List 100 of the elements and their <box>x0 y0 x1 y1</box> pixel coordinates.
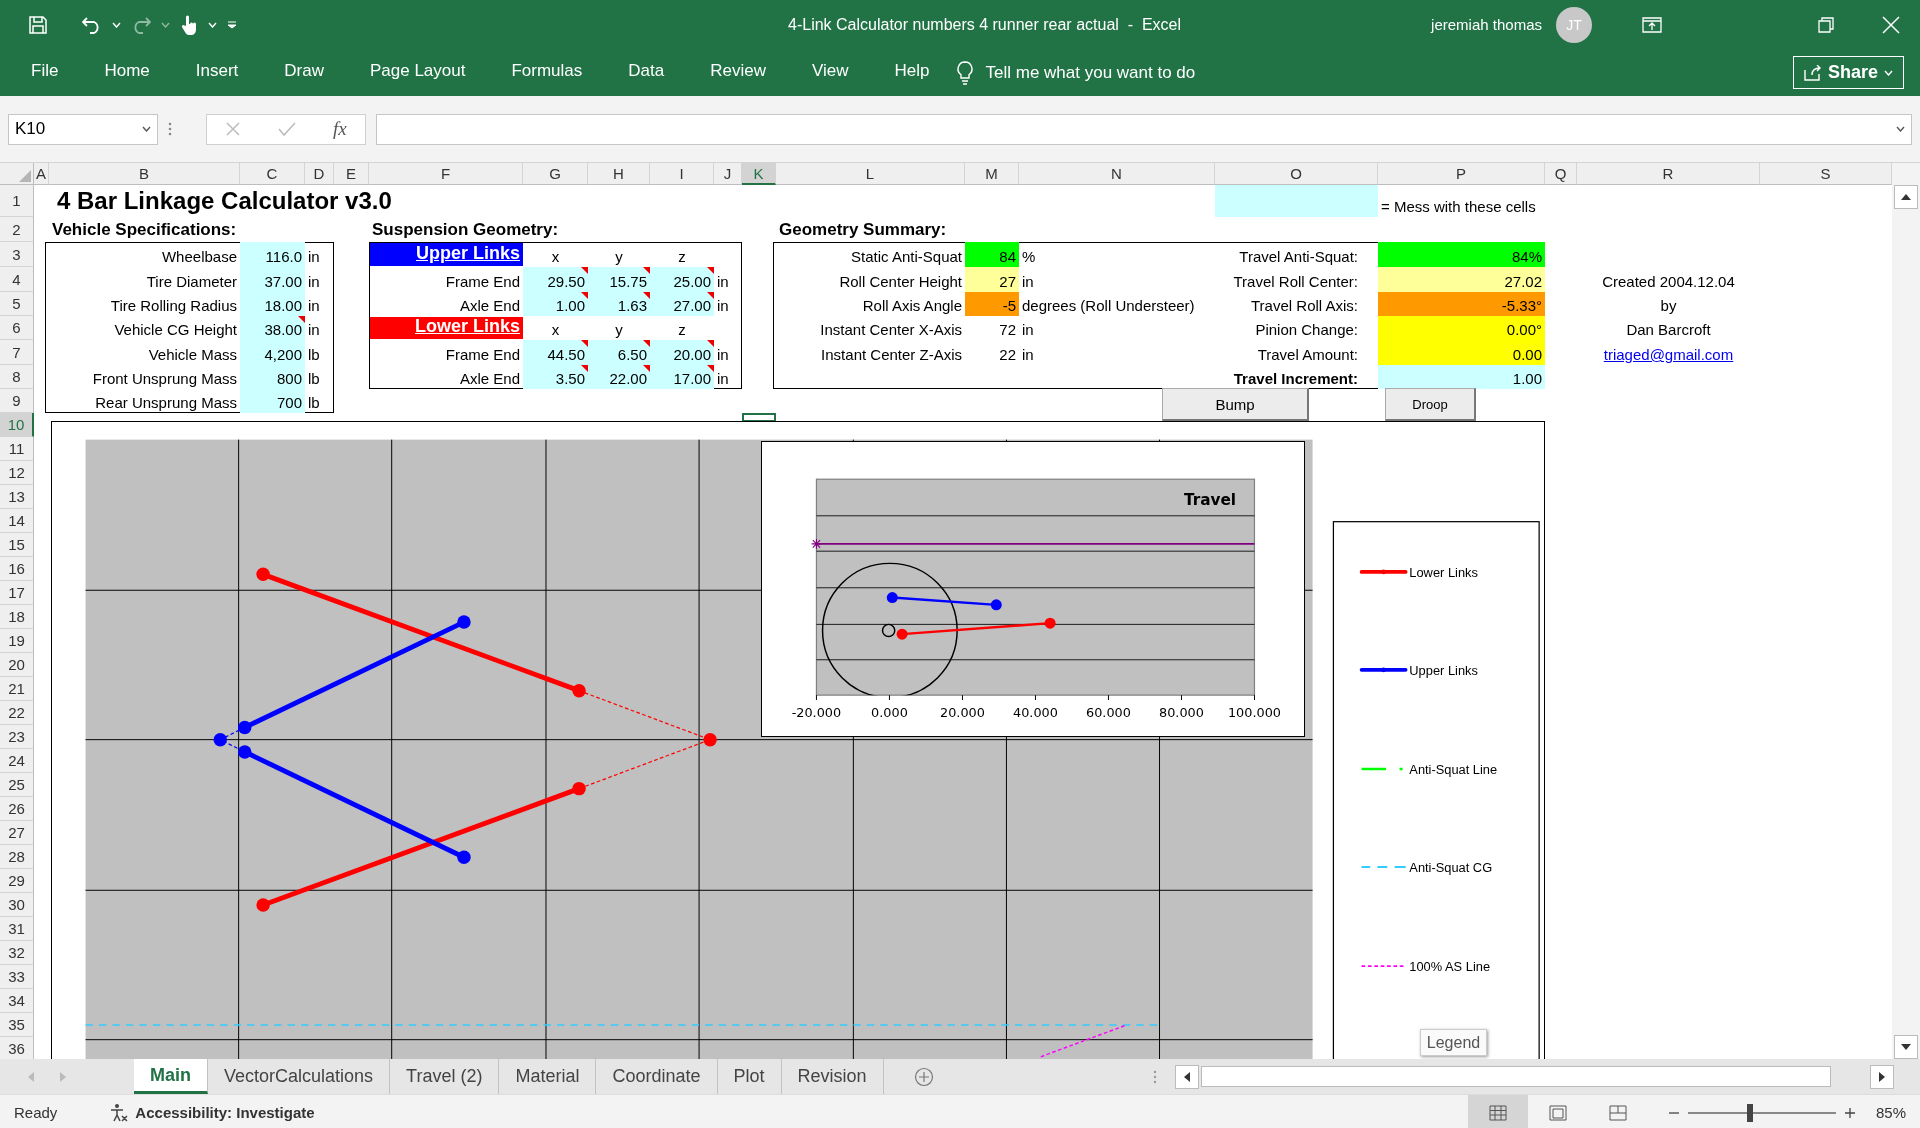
ribbon-tab[interactable]: Data <box>628 57 665 88</box>
geometry-value[interactable]: 1.63 <box>588 292 650 316</box>
column-header[interactable]: A <box>34 163 49 185</box>
ribbon-tab[interactable]: Home <box>104 57 150 88</box>
geometry-value[interactable]: 1.00 <box>523 292 588 316</box>
column-header[interactable]: Q <box>1545 163 1577 185</box>
geometry-value[interactable]: 44.50 <box>523 340 588 365</box>
ribbon-tab[interactable]: View <box>811 57 849 88</box>
column-header[interactable]: L <box>776 163 965 185</box>
row-header[interactable]: 25 <box>0 773 34 797</box>
row-header[interactable]: 20 <box>0 653 34 677</box>
row-header[interactable]: 7 <box>0 340 34 365</box>
column-header[interactable]: D <box>305 163 334 185</box>
row-header[interactable]: 33 <box>0 965 34 989</box>
spec-value[interactable]: 4,200 <box>240 340 305 365</box>
row-header[interactable]: 12 <box>0 461 34 485</box>
row-header[interactable]: 19 <box>0 629 34 653</box>
column-header[interactable]: M <box>965 163 1019 185</box>
row-header[interactable]: 8 <box>0 365 34 389</box>
accessibility-icon[interactable] <box>109 1102 130 1123</box>
column-header[interactable]: P <box>1378 163 1545 185</box>
spec-value[interactable]: 800 <box>240 365 305 389</box>
row-header[interactable]: 35 <box>0 1013 34 1037</box>
row-header[interactable]: 18 <box>0 605 34 629</box>
row-header[interactable]: 32 <box>0 941 34 965</box>
column-header[interactable]: B <box>49 163 240 185</box>
ribbon-tab[interactable]: Help <box>894 57 930 88</box>
column-header[interactable]: R <box>1577 163 1760 185</box>
ribbon-tab[interactable]: Review <box>710 57 766 88</box>
geometry-value[interactable]: 22.00 <box>588 365 650 389</box>
name-box[interactable]: K10 <box>8 113 158 145</box>
column-header[interactable]: E <box>334 163 369 185</box>
spec-value[interactable]: 37.00 <box>240 267 305 292</box>
insert-function-button[interactable]: fx <box>332 118 347 140</box>
spec-value[interactable]: 116.0 <box>240 242 305 267</box>
inset-chart-panel[interactable]: Travel -20.000 0.000 20.000 40.000 60.000 80.000 100.000 <box>761 441 1305 737</box>
legend-panel[interactable] <box>1332 521 1540 1059</box>
zoom-in-icon[interactable] <box>1843 1106 1856 1119</box>
column-header[interactable]: G <box>523 163 588 185</box>
spec-value[interactable]: 38.00 <box>240 316 305 340</box>
row-header[interactable]: 17 <box>0 581 34 605</box>
scroll-left-button[interactable] <box>1175 1064 1199 1089</box>
column-header[interactable]: N <box>1019 163 1215 185</box>
formula-field[interactable] <box>376 113 1912 145</box>
ribbon-tab[interactable]: Page Layout <box>369 57 466 88</box>
redo-icon[interactable] <box>131 15 151 34</box>
column-header[interactable]: O <box>1215 163 1378 185</box>
row-header[interactable]: 29 <box>0 869 34 893</box>
row-header[interactable]: 5 <box>0 292 34 316</box>
spec-value[interactable]: 700 <box>240 389 305 413</box>
macro-button[interactable]: Bump <box>1162 388 1309 421</box>
hand-icon[interactable] <box>180 13 198 36</box>
row-header[interactable]: 22 <box>0 701 34 725</box>
row-header[interactable]: 1 <box>0 185 34 217</box>
caret-icon[interactable] <box>142 126 151 132</box>
row-header[interactable]: 27 <box>0 821 34 845</box>
share-button[interactable]: Share <box>1792 56 1904 89</box>
column-header[interactable]: H <box>588 163 650 185</box>
close-icon[interactable] <box>1882 15 1900 34</box>
row-header[interactable]: 34 <box>0 989 34 1013</box>
row-header[interactable]: 26 <box>0 797 34 821</box>
row-header[interactable]: 16 <box>0 557 34 581</box>
accessibility-status[interactable]: Accessibility: Investigate <box>135 1104 315 1121</box>
save-icon[interactable] <box>28 14 48 35</box>
row-header[interactable]: 24 <box>0 749 34 773</box>
column-header[interactable]: F <box>369 163 523 185</box>
zoom-level[interactable]: 85% <box>1875 1104 1906 1121</box>
zoom-slider[interactable] <box>1687 1103 1836 1122</box>
row-header[interactable]: 23 <box>0 725 34 749</box>
ribbon-tab[interactable]: Formulas <box>511 57 583 88</box>
row-header[interactable]: 4 <box>0 267 34 292</box>
user-name[interactable]: jeremiah thomas <box>1431 16 1542 33</box>
column-header[interactable]: J <box>714 163 742 185</box>
lightbulb-icon[interactable] <box>957 60 974 85</box>
scroll-down-button[interactable] <box>1894 1035 1918 1059</box>
scroll-up-button[interactable] <box>1894 185 1918 209</box>
row-header[interactable]: 15 <box>0 533 34 557</box>
row-header[interactable]: 10 <box>0 413 34 437</box>
geometry-value[interactable]: 15.75 <box>588 267 650 292</box>
geometry-value[interactable]: 17.00 <box>650 365 714 389</box>
scroll-thumb[interactable] <box>1201 1066 1831 1087</box>
add-sheet-icon[interactable] <box>913 1066 934 1087</box>
geometry-value[interactable]: 29.50 <box>523 267 588 292</box>
row-header[interactable]: 3 <box>0 242 34 267</box>
chart-area[interactable]: Lower Links Upper Links Anti-Squat Line Anti-Squat CG 100% AS Line Travel -20.000 0.000 20.000 40.000 60.000 80.000 100.000 Legend <box>51 421 1545 1059</box>
spec-value[interactable]: 18.00 <box>240 292 305 316</box>
row-header[interactable]: 30 <box>0 893 34 917</box>
row-header[interactable]: 2 <box>0 217 34 242</box>
slider-thumb[interactable] <box>1747 1103 1754 1122</box>
column-header[interactable]: K <box>742 163 776 185</box>
ribbon-tab[interactable]: File <box>31 57 59 88</box>
geometry-value[interactable]: 20.00 <box>650 340 714 365</box>
scroll-right-button[interactable] <box>1870 1064 1894 1089</box>
row-header[interactable]: 21 <box>0 677 34 701</box>
geometry-value[interactable]: 6.50 <box>588 340 650 365</box>
row-header[interactable]: 11 <box>0 437 34 461</box>
row-header[interactable]: 31 <box>0 917 34 941</box>
row-header[interactable]: 36 <box>0 1037 34 1059</box>
email-link[interactable]: triaged@gmail.com <box>1603 346 1734 363</box>
check-icon[interactable] <box>278 121 297 137</box>
